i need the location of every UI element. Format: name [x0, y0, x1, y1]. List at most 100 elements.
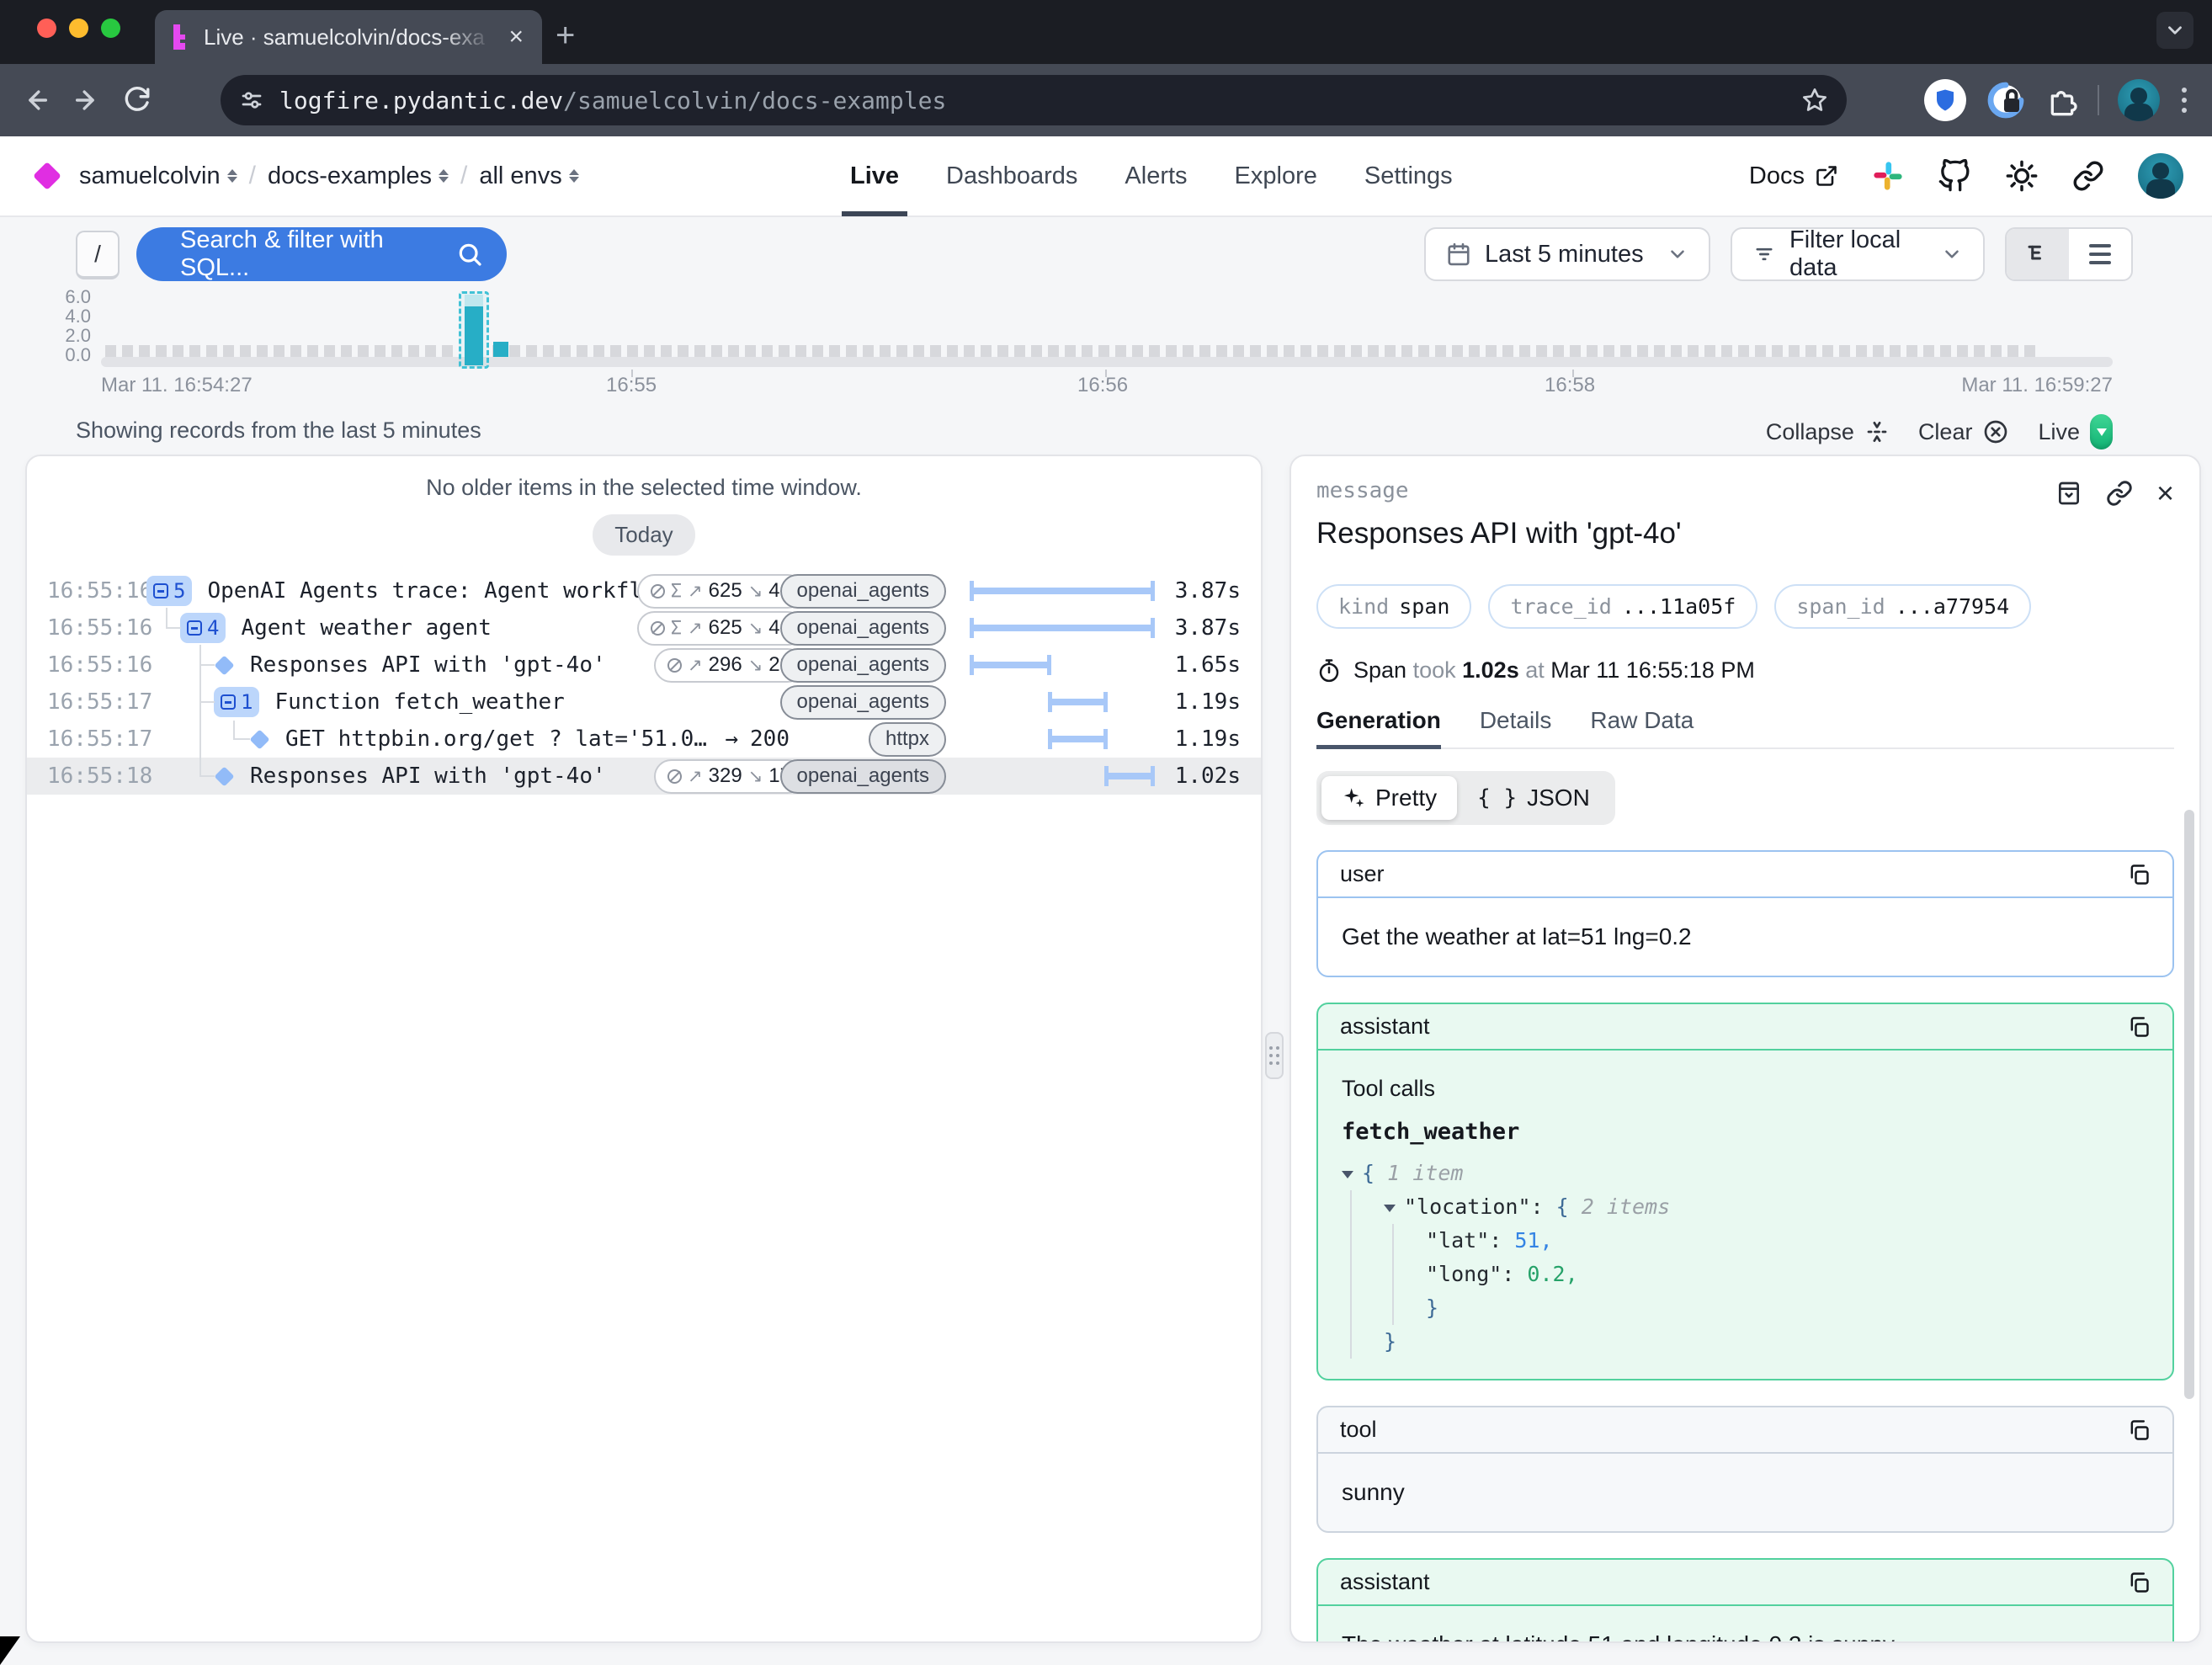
scope-tag[interactable]: openai_agents [780, 611, 946, 646]
json-toggle[interactable]: { }JSON [1457, 776, 1610, 820]
site-settings-icon[interactable] [239, 88, 264, 113]
y-axis-label: 0.0 [49, 344, 91, 366]
user-avatar[interactable] [2138, 153, 2183, 199]
copy-link-icon[interactable] [2106, 480, 2133, 507]
trace-row[interactable]: 16:55:165OpenAI Agents trace: Agent work… [27, 572, 1261, 609]
tree-expander[interactable]: 1 [214, 687, 259, 717]
zoom-window-button[interactable] [101, 19, 120, 38]
span-duration-line: Span took 1.02s at Mar 11 16:55:18 PM [1316, 657, 2174, 684]
tab-generation[interactable]: Generation [1316, 707, 1441, 747]
tab-details[interactable]: Details [1480, 707, 1552, 747]
list-view-toggle[interactable] [2069, 229, 2131, 279]
message-card-assistant-final: assistant The weather at latitude 51 and… [1316, 1558, 2174, 1643]
logfire-logo[interactable] [33, 162, 61, 190]
breadcrumb-project[interactable]: docs-examples [268, 162, 449, 190]
output-tokens-icon: ↘ [748, 581, 763, 602]
timeline-bar[interactable] [493, 342, 508, 357]
trace-row[interactable]: 16:55:164Agent weather agentΣ↗625↘40open… [27, 609, 1261, 646]
tree-expander[interactable]: 5 [146, 576, 192, 606]
span-duration: 1.19s [1157, 726, 1241, 752]
share-link-icon[interactable] [2072, 160, 2104, 192]
chevron-updown-icon [439, 169, 449, 183]
browser-tab-strip: Live · samuelcolvin/docs-exa × + [0, 0, 2212, 64]
search-input[interactable]: Search & filter with SQL... [136, 227, 507, 281]
browser-profile-avatar[interactable] [2118, 79, 2160, 121]
mouse-cursor [0, 1636, 20, 1665]
reload-icon[interactable] [123, 86, 152, 114]
tab-search-button[interactable] [2156, 12, 2193, 49]
assistant-final-text: The weather at latitude 51 and longitude… [1318, 1606, 2172, 1643]
collapse-node-icon[interactable] [1342, 1171, 1353, 1178]
forward-icon[interactable] [72, 86, 101, 114]
span-meta: kindspan trace_id...11a05f span_id...a7795… [1316, 584, 2174, 629]
showing-records-text: Showing records from the last 5 minutes [76, 418, 481, 444]
copy-icon[interactable] [2127, 1015, 2151, 1039]
copy-icon[interactable] [2127, 863, 2151, 886]
privacy-extension-icon[interactable] [1985, 79, 2027, 121]
bookmark-star-icon[interactable] [1801, 87, 1828, 114]
nav-item-explore[interactable]: Explore [1235, 136, 1317, 216]
chevron-down-icon [1667, 243, 1688, 265]
close-window-button[interactable] [37, 19, 56, 38]
browser-tab[interactable]: Live · samuelcolvin/docs-exa × [155, 10, 542, 64]
timeline-selected-bar[interactable] [465, 295, 483, 365]
breadcrumb-org[interactable]: samuelcolvin [79, 162, 237, 190]
trace-row[interactable]: 16:55:17GET httpbin.org/get ? lat='51.0'… [27, 721, 1261, 758]
pretty-toggle[interactable]: Pretty [1321, 776, 1457, 820]
panel-splitter-handle[interactable] [1265, 1032, 1284, 1079]
meta-pill-trace_id[interactable]: trace_id...11a05f [1488, 584, 1757, 629]
tool-calls-label: Tool calls [1342, 1076, 2149, 1102]
scope-tag[interactable]: httpx [869, 722, 946, 757]
new-tab-button[interactable]: + [556, 19, 575, 52]
empty-window-notice: No older items in the selected time wind… [27, 475, 1261, 501]
github-icon[interactable] [1938, 159, 1971, 193]
detail-tabs: Generation Details Raw Data [1316, 707, 2174, 749]
tab-close-icon[interactable]: × [505, 24, 527, 50]
span-duration: 1.65s [1157, 652, 1241, 678]
chevron-updown-icon [569, 169, 579, 183]
scope-tag[interactable]: openai_agents [780, 759, 946, 794]
scope-tag[interactable]: openai_agents [780, 648, 946, 683]
scope-tag[interactable]: openai_agents [780, 574, 946, 609]
sparkle-icon [1342, 786, 1365, 810]
nav-item-alerts[interactable]: Alerts [1125, 136, 1187, 216]
timeline-chart[interactable]: Mar 11. 16:54:27 16:55 16:56 16:58 Mar 1… [101, 293, 2113, 367]
http-status: →200 [725, 726, 805, 752]
docs-link[interactable]: Docs [1749, 162, 1838, 190]
tree-view-toggle[interactable] [2007, 229, 2069, 279]
tree-expander[interactable]: 4 [180, 613, 226, 643]
url-text[interactable]: logfire.pydantic.dev/samuelcolvin/docs-e… [279, 87, 1786, 114]
browser-menu-icon[interactable] [2178, 84, 2190, 116]
meta-pill-kind[interactable]: kindspan [1316, 584, 1471, 629]
tool-name: fetch_weather [1342, 1119, 2149, 1145]
collapse-node-icon[interactable] [1384, 1205, 1396, 1212]
meta-pill-span_id[interactable]: span_id...a77954 [1774, 584, 2031, 629]
nav-item-dashboards[interactable]: Dashboards [946, 136, 1077, 216]
minimize-window-button[interactable] [69, 19, 88, 38]
span-timestamp: 16:55:17 [47, 689, 146, 715]
slack-icon[interactable] [1872, 160, 1904, 192]
tab-raw-data[interactable]: Raw Data [1590, 707, 1694, 747]
local-filter-dropdown[interactable]: Filter local data [1731, 227, 1985, 281]
collapse-button[interactable]: Collapse [1766, 419, 1890, 445]
tokens-icon [651, 584, 665, 598]
url-bar[interactable]: logfire.pydantic.dev/samuelcolvin/docs-e… [221, 75, 1847, 125]
copy-icon[interactable] [2127, 1571, 2151, 1594]
clear-button[interactable]: Clear [1918, 418, 2010, 445]
nav-item-live[interactable]: Live [850, 136, 899, 216]
bitwarden-extension-icon[interactable] [1924, 79, 1966, 121]
dock-panel-icon[interactable] [2055, 480, 2082, 507]
breadcrumb-env[interactable]: all envs [479, 162, 578, 190]
time-range-dropdown[interactable]: Last 5 minutes [1424, 227, 1710, 281]
live-toggle[interactable]: Live [2038, 414, 2113, 449]
detail-scrollbar[interactable] [2184, 810, 2194, 1399]
close-detail-icon[interactable]: × [2156, 478, 2174, 508]
extensions-puzzle-icon[interactable] [2045, 83, 2079, 117]
theme-sun-icon[interactable] [2005, 159, 2039, 193]
scope-tag[interactable]: openai_agents [780, 685, 946, 720]
back-icon[interactable] [22, 86, 51, 114]
copy-icon[interactable] [2127, 1418, 2151, 1442]
span-diamond-icon [214, 655, 234, 675]
nav-item-settings[interactable]: Settings [1364, 136, 1453, 216]
span-timestamp: 16:55:16 [47, 652, 146, 678]
